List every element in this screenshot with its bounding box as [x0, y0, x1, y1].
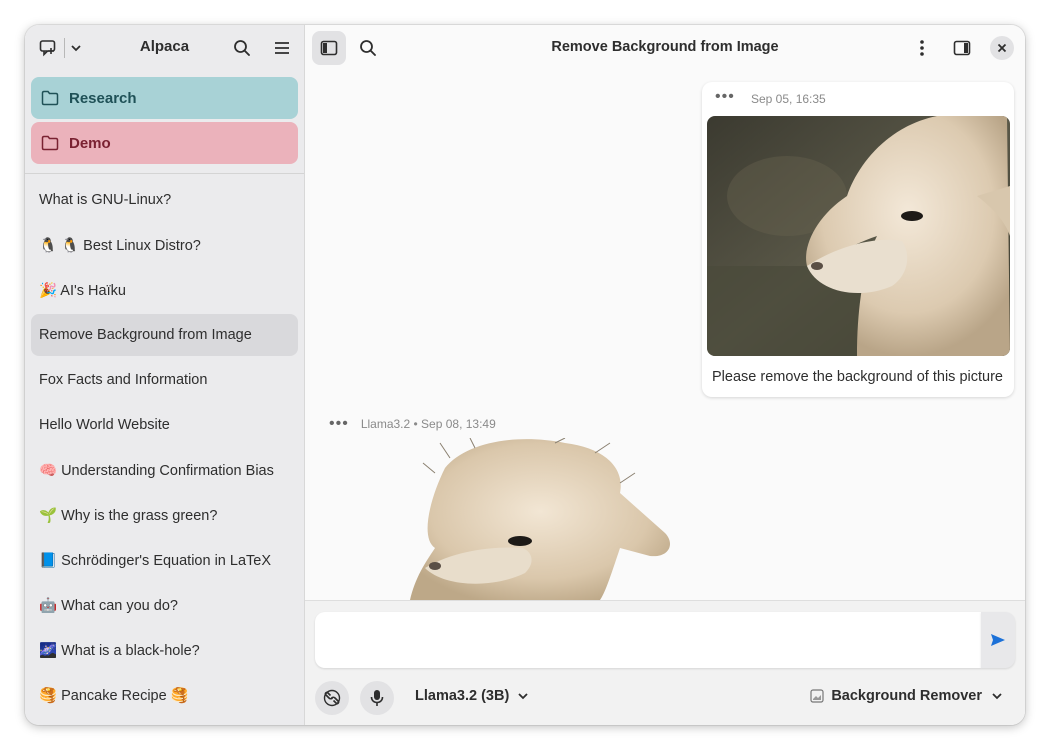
folder-icon: [41, 90, 59, 106]
chat-view: Remove Background from Image ••• Sep 05,…: [305, 25, 1025, 725]
alpaca-photo-image: [707, 116, 1010, 356]
kebab-menu-icon: [920, 40, 924, 56]
new-chat-icon: [39, 40, 56, 57]
toggle-sidebar-button[interactable]: [312, 31, 346, 65]
message-options-icon[interactable]: •••: [329, 415, 349, 433]
header-divider: [64, 38, 65, 58]
send-button[interactable]: [981, 612, 1015, 668]
chat-header: Remove Background from Image: [305, 25, 1025, 71]
attachment-link-icon: [323, 689, 341, 707]
app-window: Alpaca Research Demo What is GNU-Linux? 🐧 …: [25, 25, 1025, 725]
model-selector-label: Llama3.2 (3B): [415, 688, 510, 704]
chat-list-item[interactable]: 🐧 🐧 Best Linux Distro?: [31, 224, 298, 266]
sidebar-header: Alpaca: [25, 25, 304, 71]
search-icon: [360, 40, 376, 56]
main-menu-button[interactable]: [269, 36, 295, 60]
folder-label: Demo: [69, 134, 111, 152]
message-input[interactable]: [315, 612, 981, 668]
right-panel-icon: [953, 40, 971, 56]
chat-list-item-label: 🤖 What can you do?: [39, 597, 178, 614]
tool-selector[interactable]: Background Remover: [810, 688, 1003, 704]
search-icon: [234, 40, 250, 56]
chat-list-item[interactable]: 🥞 Pancake Recipe 🥞: [31, 674, 298, 716]
chat-list-item-label: 🧠 Understanding Confirmation Bias: [39, 462, 274, 479]
chat-list-item[interactable]: 🌱 Why is the grass green?: [31, 494, 298, 536]
alpaca-cutout-image[interactable]: [405, 438, 685, 600]
message-options-icon[interactable]: •••: [715, 88, 735, 106]
user-message-text: Please remove the background of this pic…: [712, 369, 1003, 385]
chat-list-item[interactable]: 🎉 AI's Haïku: [31, 269, 298, 311]
chat-list-item-label: Fox Facts and Information: [39, 372, 208, 388]
folder-label: Research: [69, 89, 137, 107]
chat-list-item[interactable]: Fox Facts and Information: [31, 359, 298, 401]
alpaca-cutout-graphic: [410, 438, 670, 600]
microphone-button[interactable]: [360, 681, 394, 715]
message-timestamp: Sep 05, 16:35: [751, 92, 826, 106]
chat-list-item-label: 🐧 🐧 Best Linux Distro?: [39, 237, 201, 254]
send-icon: [991, 634, 1005, 646]
chat-list-item-label: 🎉 AI's Haïku: [39, 282, 126, 299]
new-chat-menu-button[interactable]: [67, 37, 85, 59]
image-tool-icon: [810, 689, 824, 703]
user-message: ••• Sep 05, 16:35 Please remove the back…: [702, 82, 1014, 397]
sidebar-separator: [25, 173, 304, 174]
bot-message-header: ••• Llama3.2 • Sep 08, 13:49: [329, 415, 496, 433]
chat-list-item[interactable]: What is GNU-Linux?: [31, 179, 298, 221]
chat-list-item-label: 🌱 Why is the grass green?: [39, 507, 218, 524]
chat-list-item[interactable]: Remove Background from Image: [31, 314, 298, 356]
search-button[interactable]: [229, 36, 255, 60]
input-area: Llama3.2 (3B) Background Remover: [305, 600, 1025, 725]
chat-list-item[interactable]: 🧠 Understanding Confirmation Bias: [31, 449, 298, 491]
chevron-down-icon: [71, 45, 81, 52]
close-window-button[interactable]: [990, 36, 1014, 60]
close-icon: [997, 43, 1007, 53]
chat-list-item[interactable]: Hello World Website: [31, 404, 298, 446]
sidebar: Alpaca Research Demo What is GNU-Linux? 🐧 …: [25, 25, 305, 725]
alpaca-photo[interactable]: [707, 116, 1010, 356]
chevron-down-icon: [518, 693, 528, 700]
microphone-icon: [370, 690, 384, 706]
folder-demo[interactable]: Demo: [31, 122, 298, 164]
chat-list-item-label: 📘 Schrödinger's Equation in LaTeX: [39, 552, 272, 569]
model-selector[interactable]: Llama3.2 (3B): [415, 688, 529, 704]
bot-message-meta: Llama3.2 • Sep 08, 13:49: [360, 417, 496, 431]
chat-list-item-label: 🥞 Pancake Recipe 🥞: [39, 687, 189, 704]
chat-list-item-label: Hello World Website: [39, 417, 170, 433]
chat-list-item[interactable]: 📘 Schrödinger's Equation in LaTeX: [31, 539, 298, 581]
chat-list-item-label: 🌌 What is a black-hole?: [39, 642, 200, 659]
folder-research[interactable]: Research: [31, 77, 298, 119]
chat-list-item[interactable]: 🤖 What can you do?: [31, 584, 298, 626]
chat-list-item-label: What is GNU-Linux?: [39, 192, 172, 208]
new-chat-button[interactable]: [35, 36, 61, 60]
chat-list-item[interactable]: 🌌 What is a black-hole?: [31, 629, 298, 671]
tool-selector-label: Background Remover: [831, 688, 982, 704]
folder-icon: [41, 135, 59, 151]
attach-button[interactable]: [315, 681, 349, 715]
chat-menu-button[interactable]: [909, 36, 935, 60]
chevron-down-icon: [992, 693, 1002, 700]
sidebar-toggle-icon: [320, 40, 338, 56]
chat-list-item-label: Remove Background from Image: [39, 327, 252, 343]
hamburger-icon: [275, 42, 289, 54]
search-chat-button[interactable]: [355, 36, 381, 60]
toggle-right-panel-button[interactable]: [949, 36, 975, 60]
